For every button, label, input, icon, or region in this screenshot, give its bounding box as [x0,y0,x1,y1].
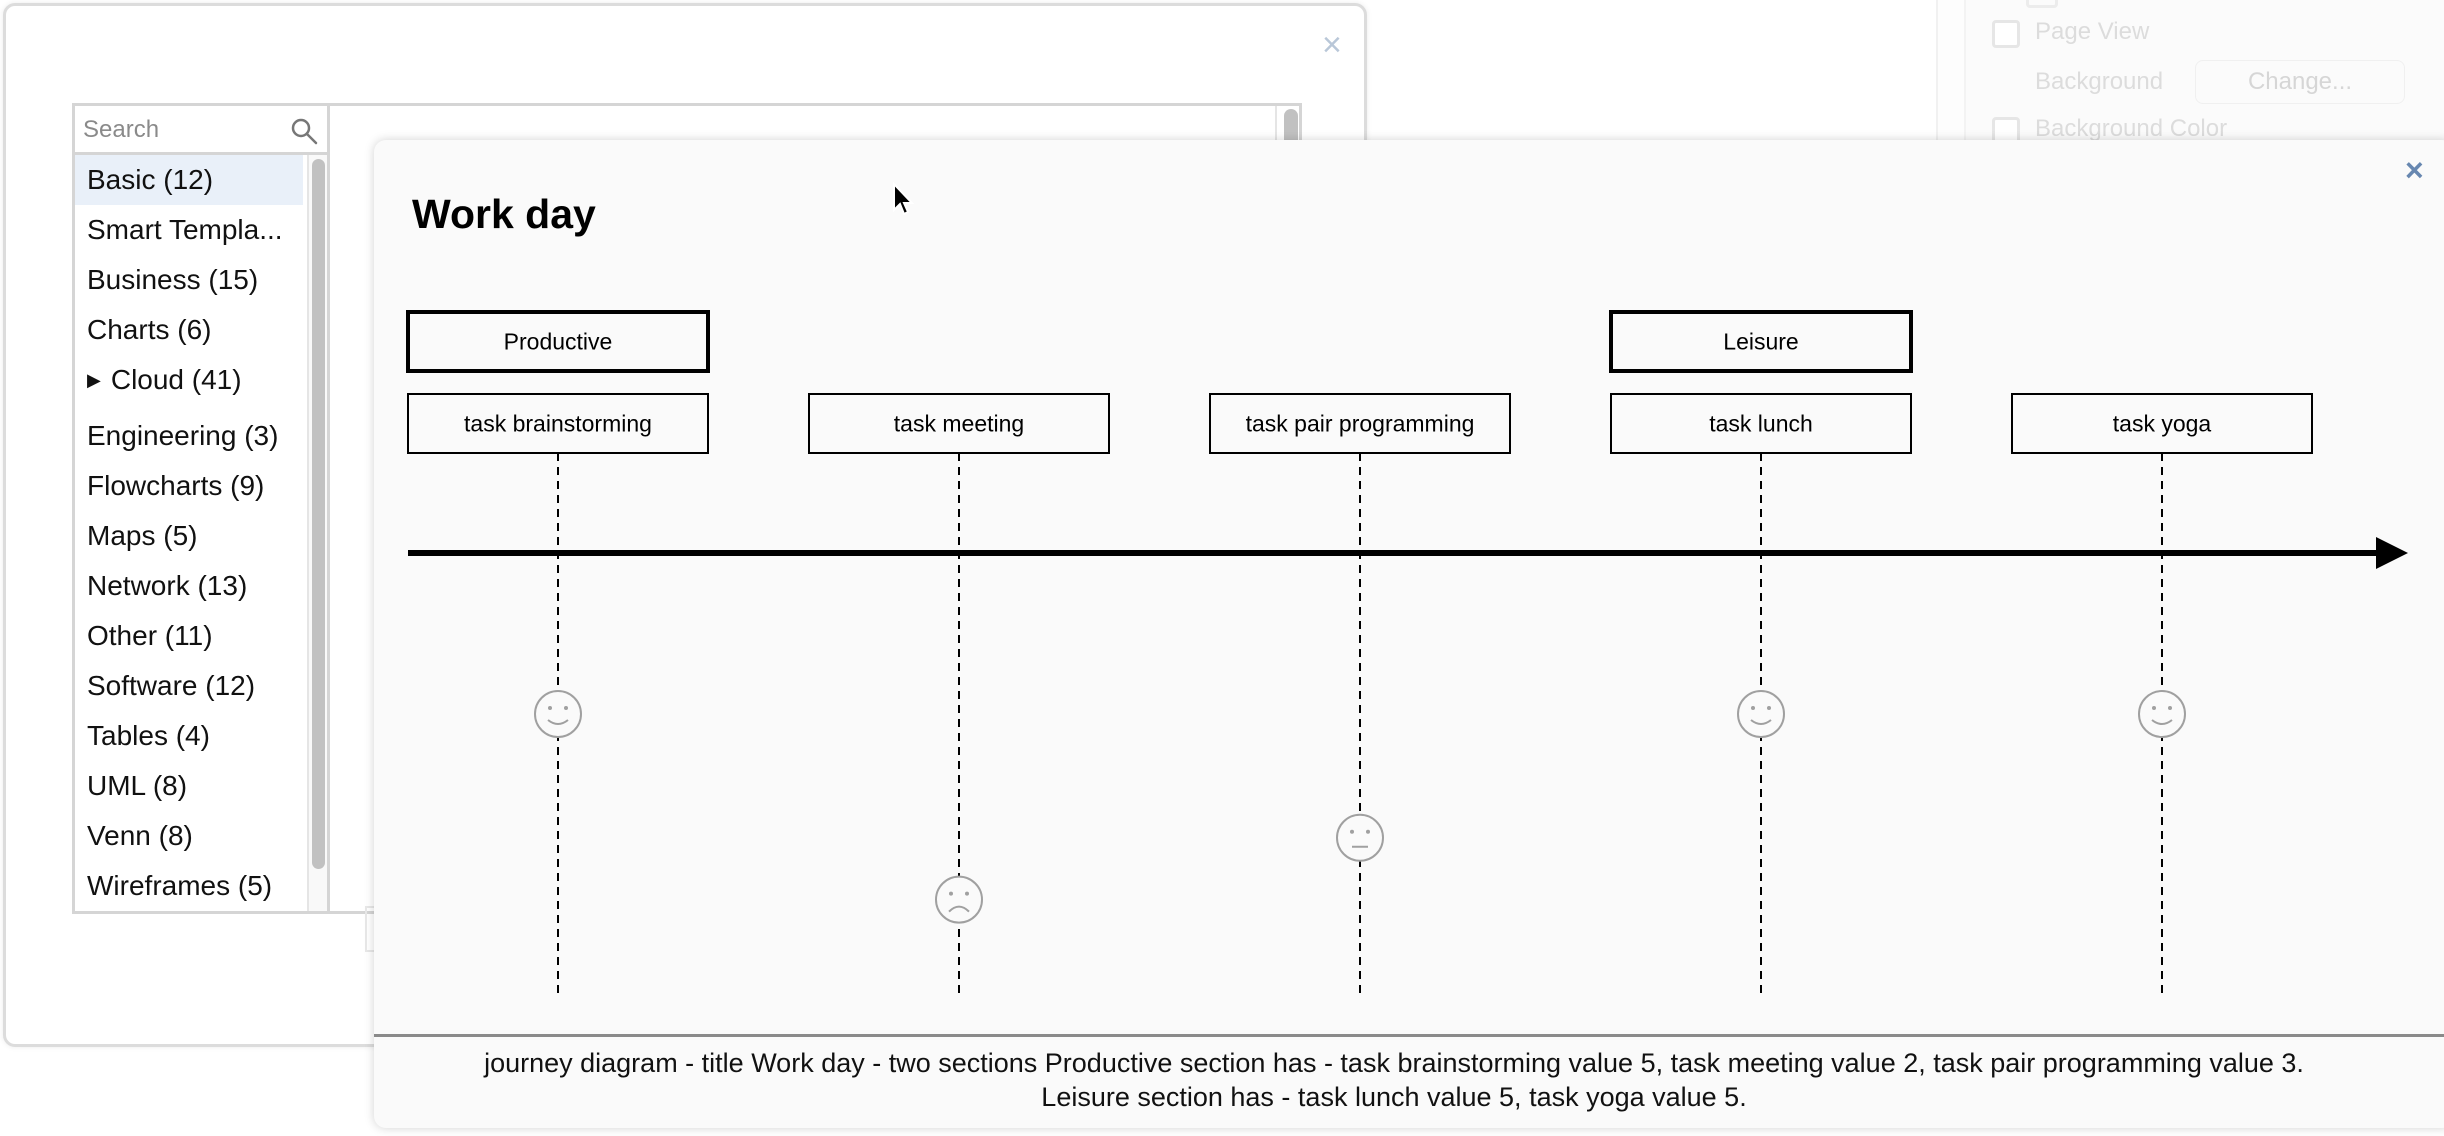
description-line-2: Leisure section has - task lunch value 5… [1041,1082,1747,1112]
category-item[interactable]: Business (15) [75,255,303,305]
search-icon[interactable] [289,116,319,146]
happy-face-icon [2138,690,2186,738]
category-label: Network (13) [87,570,248,601]
caption-separator [374,1034,2444,1037]
background-color-label: Background Color [2035,115,2228,142]
category-item[interactable]: Other (11) [75,611,303,661]
category-item[interactable]: Software (12) [75,661,303,711]
category-item[interactable]: Flowcharts (9) [75,461,303,511]
happy-face-icon [1737,690,1785,738]
category-item[interactable]: Venn (8) [75,811,303,861]
task-label: task yoga [2113,411,2212,437]
category-item[interactable]: Maps (5) [75,511,303,561]
description-line-1: journey diagram - title Work day - two s… [484,1048,2304,1078]
category-label: Venn (8) [87,820,193,851]
category-label: Charts (6) [87,314,212,345]
category-label: Business (15) [87,264,259,295]
category-item[interactable]: Basic (12) [75,155,303,205]
diagram-description: journey diagram - title Work day - two s… [374,1046,2414,1114]
category-item[interactable]: Engineering (3) [75,411,303,461]
page-view-label: Page View [2035,18,2150,45]
category-label: Engineering (3) [87,420,279,451]
category-scrollbar[interactable] [307,155,330,911]
category-item[interactable]: Network (13) [75,561,303,611]
page-view-checkbox[interactable] [1992,20,2020,48]
partial-checkbox[interactable] [2026,0,2058,8]
preview-dialog: × Work day Productive Leisure task brainsto… [374,140,2444,1128]
task-label: task brainstorming [464,411,652,437]
happy-face-icon [534,690,582,738]
change-background-button[interactable]: Change... [2195,60,2405,104]
category-label: Cloud (41) [110,364,242,395]
category-label: Software (12) [87,670,256,701]
category-item[interactable]: Charts (6) [75,305,303,355]
category-label: Tables (4) [87,720,210,751]
sad-face-icon [935,875,983,924]
category-label: Wireframes (5) [87,870,273,901]
category-label: Maps (5) [87,520,198,551]
category-label: Flowcharts (9) [87,470,265,501]
diagram-title: Work day [412,191,596,237]
category-item[interactable]: Smart Templa... [75,205,303,255]
background-label: Background [2035,68,2164,95]
category-label: Basic (12) [87,164,214,195]
mouse-cursor-icon [893,182,915,216]
timeline-arrowhead [2376,537,2408,569]
template-dialog-close-icon[interactable]: × [1322,28,1342,62]
neutral-face-icon [1336,813,1384,862]
section-label: Productive [504,329,613,355]
category-item[interactable]: UML (8) [75,761,303,811]
task-label: task pair programming [1246,411,1475,437]
journey-diagram: Work day Productive Leisure task brainstorm… [406,191,2408,994]
search-input[interactable] [81,112,285,148]
task-label: task meeting [894,411,1024,437]
expand-arrow-icon[interactable]: ▶ [87,370,101,390]
category-item[interactable]: Wireframes (5) [75,861,303,911]
category-label: UML (8) [87,770,188,801]
section-label: Leisure [1723,329,1798,355]
category-scrollbar-thumb[interactable] [312,159,325,869]
category-list: Basic (12) Smart Templa... Business (15) Ch… [75,155,307,911]
search-field[interactable] [75,106,330,155]
category-item[interactable]: Tables (4) [75,711,303,761]
category-item[interactable]: ▶ Cloud (41) [75,355,303,405]
category-label: Smart Templa... [87,214,283,245]
category-label: Other (11) [87,620,213,651]
task-label: task lunch [1709,411,1813,437]
